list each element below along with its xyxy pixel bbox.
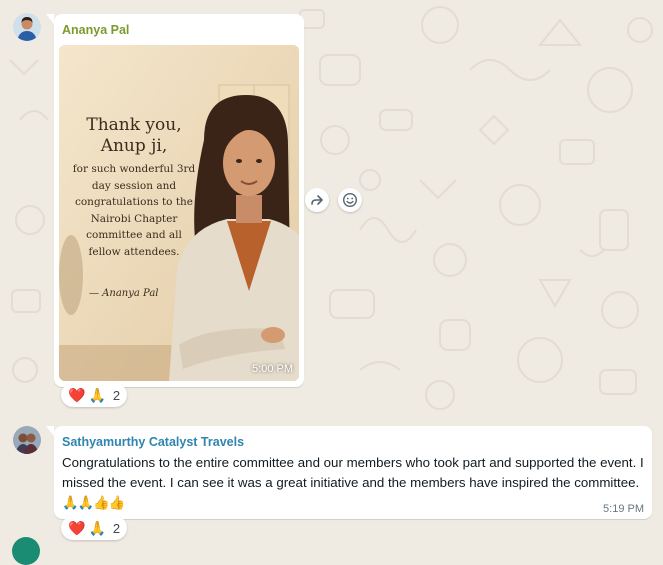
reaction-pray: 🙏 [88,520,106,536]
message-timestamp: 5:19 PM [603,503,644,515]
forward-icon [311,195,323,205]
bubble-tail [46,14,54,24]
react-button[interactable] [338,188,362,212]
reaction-pray: 🙏 [88,387,106,403]
card-body: for such wonderful 3rd day session and c… [72,163,196,258]
sender-name[interactable]: Ananya Pal [62,23,129,37]
reaction-heart: ❤️ [68,520,86,536]
message-timestamp: 5:00 PM [252,363,293,375]
image-message-bubble[interactable]: Ananya Pal Thank you, Anup ji, for such … [46,14,304,387]
card-title-line2: Anup ji, [100,136,168,156]
bubble-tail [46,426,54,436]
sender-avatar[interactable] [13,426,41,454]
message-reactions[interactable]: ❤️ 🙏 2 [61,383,128,407]
message-image[interactable]: Thank you, Anup ji, for such wonderful 3… [59,45,299,381]
image-card-text: Thank you, Anup ji, for such wonderful 3… [69,115,199,260]
card-title-line1: Thank you, [86,115,182,135]
sender-avatar[interactable] [13,13,41,41]
reaction-count: 2 [112,520,121,536]
message-emoji-run: 🙏🙏👍👍 [62,495,125,510]
message-text: Congratulations to the entire committee … [62,453,647,513]
text-message-bubble[interactable]: Sathyamurthy Catalyst Travels Congratula… [46,426,652,519]
card-signature: — Ananya Pal [89,288,159,299]
message-reactions[interactable]: ❤️ 🙏 2 [61,516,128,540]
sender-name[interactable]: Sathyamurthy Catalyst Travels [62,435,244,449]
forward-button[interactable] [305,188,329,212]
emoji-icon [342,192,358,208]
reaction-count: 2 [112,387,121,403]
reaction-heart: ❤️ [68,387,86,403]
message-body: Congratulations to the entire committee … [62,455,644,490]
next-sender-avatar[interactable] [12,537,40,565]
